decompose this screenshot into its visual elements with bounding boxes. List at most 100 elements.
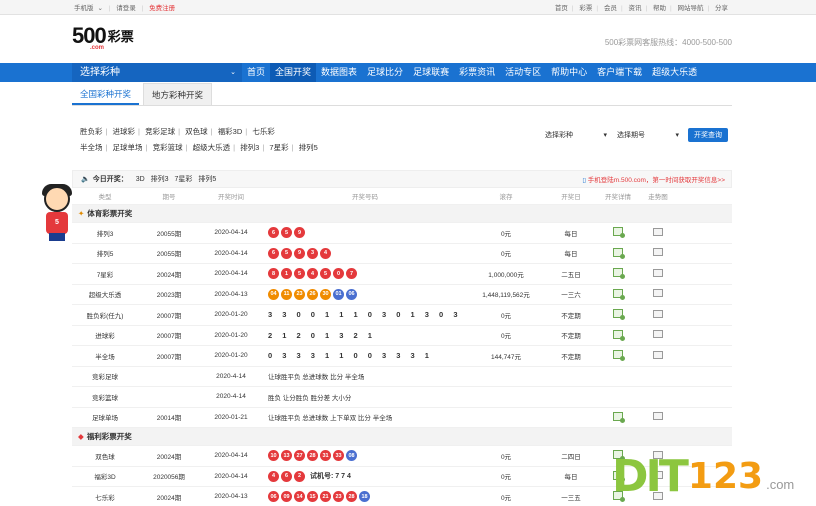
trend-chart-icon[interactable] [653,330,663,339]
nav-activities[interactable]: 活动专区 [500,63,546,82]
today-draw-bar: 🔈 今日开奖： 3D 排列3 7星彩 排列5 ▯ 手机登陆m.500.com，第… [72,170,732,188]
detail-icon[interactable] [613,329,625,341]
link-qxc[interactable]: 7星彩 [269,143,288,152]
draw-day: 不定期 [561,353,581,361]
link-bqc[interactable]: 半全场 [80,143,103,152]
section-sports: ✦ 体育彩票开奖 [72,205,732,223]
link-jclq[interactable]: 竞彩篮球 [153,143,183,152]
draw-query-button[interactable]: 开奖查询 [688,128,728,142]
draw-date: 2020-4-14 [216,372,246,380]
detail-icon[interactable] [613,227,625,239]
link-qlc[interactable]: 七乐彩 [252,127,275,136]
help-link[interactable]: 帮助 [653,5,666,12]
link-fc3d[interactable]: 福彩3D [218,127,243,136]
news-link[interactable]: 资讯 [628,5,641,12]
mobile-version-link[interactable]: 手机版 [74,5,94,12]
lottery-name[interactable]: 福彩3D [72,471,138,481]
pool-amount: 1,448,119,562元 [482,292,530,300]
link-zqdc[interactable]: 足球单场 [113,143,143,152]
select-lottery-kind[interactable]: 选择彩种 ▾ [542,128,610,142]
nav-football-league[interactable]: 足球联赛 [408,63,454,82]
nav-lottery-news[interactable]: 彩票资讯 [454,63,500,82]
draw-tabs: 全国彩种开奖 地方彩种开奖 [72,82,732,106]
issue-number: 2020056期 [153,474,185,482]
detail-icon[interactable] [613,288,625,300]
nav-national-draw[interactable]: 全国开奖 [270,63,317,82]
tab-local-draw[interactable]: 地方彩种开奖 [143,83,213,105]
lottery-name[interactable]: 超级大乐透 [72,289,138,299]
lottery-name[interactable]: 7星彩 [72,269,138,279]
lottery-name[interactable]: 半全场 [72,351,138,361]
tab-national-draw[interactable]: 全国彩种开奖 [72,83,140,105]
detail-icon[interactable] [613,411,625,423]
nav-super-lotto[interactable]: 超级大乐透 [647,63,702,82]
choose-lottery-dropdown[interactable]: 选择彩种 ⌄ [72,63,242,82]
link-ssq[interactable]: 双色球 [185,127,208,136]
draw-day: 一三六 [561,292,581,300]
lottery-name[interactable]: 竞彩足球 [72,371,138,381]
pool-amount: 0元 [500,230,512,238]
detail-icon[interactable] [613,268,625,280]
lottery-name[interactable]: 排列3 [72,228,138,238]
trend-chart-icon[interactable] [653,268,663,277]
home-link[interactable]: 首页 [555,5,568,12]
today-item[interactable]: 7星彩 [174,176,192,183]
header-date: 开奖时间 [218,194,244,201]
nav-client-download[interactable]: 客户端下载 [592,63,647,82]
link-jinqiu[interactable]: 进球彩 [113,127,136,136]
pool-amount: 0元 [500,312,512,320]
section-welfare: ◆ 福利彩票开奖 [72,428,732,446]
link-pl5[interactable]: 排列5 [299,143,318,152]
trend-chart-icon[interactable] [653,350,663,359]
lottery-name[interactable]: 排列5 [72,248,138,258]
trend-chart-icon[interactable] [653,248,663,257]
nav-data-charts[interactable]: 数据图表 [316,63,362,82]
number-ball: 5 [281,227,292,239]
lottery-name[interactable]: 足球单场 [72,412,138,422]
lottery-name[interactable]: 进球彩 [72,330,138,340]
link-dlt[interactable]: 超级大乐透 [193,143,231,152]
register-link[interactable]: 免费注册 [149,5,175,12]
today-item[interactable]: 排列5 [198,176,216,183]
link-jczq[interactable]: 竞彩足球 [145,127,175,136]
nav-football-score[interactable]: 足球比分 [362,63,408,82]
lottery-name[interactable]: 七乐彩 [72,492,138,502]
header: 500 彩票 .com 500彩票网客服热线：4000-500-500 [0,15,816,63]
trend-chart-icon[interactable] [653,412,663,421]
today-item[interactable]: 排列3 [151,176,169,183]
trend-chart-icon[interactable] [653,309,663,318]
member-link[interactable]: 会员 [604,5,617,12]
lottery-menu-link[interactable]: 彩票 [579,5,592,12]
link-shengfu[interactable]: 胜负彩 [80,127,103,136]
share-link[interactable]: 分享 [715,5,728,12]
detail-icon[interactable] [613,350,625,362]
number-ball: 30 [320,288,331,300]
detail-icon[interactable] [613,309,625,321]
welfare-lottery-icon: ◆ [78,432,84,441]
top-bar: 手机版 ⌄ | 请登录 | 免费注册 首页 | 彩票 | 会员 | 资讯 | 帮助 | 网站… [0,0,816,15]
number-ball: 21 [320,491,331,503]
trend-chart-icon[interactable] [653,289,663,298]
nav-help-center[interactable]: 帮助中心 [546,63,592,82]
trend-cell [638,350,678,361]
lottery-links-row: 半全场 | 足球单场 | 竞彩篮球 | 超级大乐透 | 排列3 | 7星彩 | 排列5 [80,143,318,152]
draw-numbers: 659 [262,227,468,239]
trend-chart-icon[interactable] [653,227,663,236]
lottery-links: 胜负彩 | 进球彩 | 竞彩足球 | 双色球 | 福彩3D | 七乐彩 半全场 | 足球单场… [80,124,318,156]
lottery-name[interactable]: 胜负彩(任九) [72,310,138,320]
nav-home[interactable]: 首页 [242,63,270,82]
detail-icon[interactable] [613,247,625,259]
number-ball: 4 [268,470,279,482]
issue-number: 20007期 [156,353,182,361]
lottery-name[interactable]: 双色球 [72,451,138,461]
today-item[interactable]: 3D [136,176,145,183]
watermark-dot: .com [766,476,795,492]
lottery-name[interactable]: 竞彩篮球 [72,392,138,402]
login-link[interactable]: 请登录 [116,5,136,12]
mobile-promo-link[interactable]: ▯ 手机登陆m.500.com，第一时间获取开奖信息>> [582,174,725,184]
link-pl3[interactable]: 排列3 [240,143,259,152]
site-nav-link[interactable]: 网站导航 [677,5,703,12]
select-issue[interactable]: 选择期号 ▾ [614,128,682,142]
site-logo[interactable]: 500 彩票 .com [72,25,134,52]
play-types: 胜负 让分胜负 胜分差 大小分 [268,394,352,402]
